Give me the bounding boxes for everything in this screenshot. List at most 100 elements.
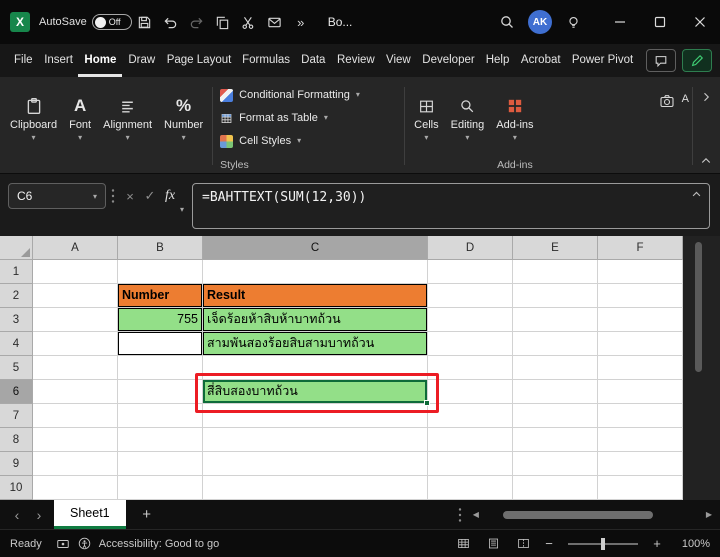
row-header-1[interactable]: 1 [0, 260, 33, 284]
ribbon-group-addins[interactable]: Add-ins ▾ Add-ins [490, 79, 539, 173]
menu-tab-formulas[interactable]: Formulas [236, 44, 295, 77]
formula-bar-expand-icon[interactable] [691, 189, 702, 200]
cell-D2[interactable] [428, 284, 513, 308]
ribbon-group-alignment[interactable]: Alignment ▾ [97, 79, 158, 173]
scroll-left-icon[interactable]: ◀ [473, 510, 479, 519]
ribbon-more-icon[interactable] [700, 91, 712, 103]
sheet-nav-right-icon[interactable]: › [28, 507, 50, 523]
menu-tab-help[interactable]: Help [480, 44, 515, 77]
cell-C7[interactable] [203, 404, 428, 428]
cell-B4[interactable] [118, 332, 203, 356]
cell-D3[interactable] [428, 308, 513, 332]
row-header-9[interactable]: 9 [0, 452, 33, 476]
scroll-right-icon[interactable]: ▶ [706, 510, 712, 519]
menu-tab-file[interactable]: File [8, 44, 38, 77]
menu-tab-review[interactable]: Review [331, 44, 380, 77]
cell-E7[interactable] [513, 404, 598, 428]
sheet-tab-sheet1[interactable]: Sheet1 [54, 500, 126, 529]
name-box[interactable]: C6 ▾ [8, 183, 106, 209]
zoom-out-button[interactable]: − [542, 536, 556, 551]
horizontal-scrollbar[interactable] [485, 510, 700, 519]
cut-icon[interactable] [236, 8, 262, 36]
lightbulb-icon[interactable] [560, 8, 586, 36]
copy-icon[interactable] [210, 8, 236, 36]
cell-D1[interactable] [428, 260, 513, 284]
cell-C10[interactable] [203, 476, 428, 500]
vertical-scrollbar-thumb[interactable] [695, 242, 702, 372]
insert-function-button[interactable]: fx [160, 183, 180, 209]
column-header-E[interactable]: E [513, 236, 598, 260]
cell-A6[interactable] [33, 380, 118, 404]
cell-F7[interactable] [598, 404, 683, 428]
column-header-B[interactable]: B [118, 236, 203, 260]
toolbar-overflow-icon[interactable]: » [288, 8, 314, 36]
select-all-corner[interactable] [0, 236, 33, 260]
avatar[interactable]: AK [528, 10, 552, 34]
cell-E2[interactable] [513, 284, 598, 308]
cell-B7[interactable] [118, 404, 203, 428]
menu-tab-page-layout[interactable]: Page Layout [161, 44, 236, 77]
camera-icon[interactable] [654, 87, 680, 115]
menu-tab-draw[interactable]: Draw [122, 44, 160, 77]
format-as-table-button[interactable]: Format as Table ▾ [220, 108, 401, 129]
cell-C3[interactable]: เจ็ดร้อยห้าสิบห้าบาทถ้วน [203, 308, 428, 332]
row-header-7[interactable]: 7 [0, 404, 33, 428]
cell-A10[interactable] [33, 476, 118, 500]
ribbon-group-clipboard[interactable]: Clipboard ▾ [4, 79, 63, 173]
cell-C5[interactable] [203, 356, 428, 380]
editing-mode-button[interactable] [682, 49, 712, 72]
cell-F1[interactable] [598, 260, 683, 284]
cell-C2[interactable]: Result [203, 284, 428, 308]
redo-icon[interactable] [184, 8, 210, 36]
status-mode[interactable]: Ready [10, 538, 42, 550]
ribbon-group-font[interactable]: A Font ▾ [63, 79, 97, 173]
cell-A3[interactable] [33, 308, 118, 332]
comments-button[interactable] [646, 49, 676, 72]
minimize-button[interactable] [600, 0, 640, 44]
cell-E9[interactable] [513, 452, 598, 476]
sheet-nav-left-icon[interactable]: ‹ [6, 507, 28, 523]
cell-B1[interactable] [118, 260, 203, 284]
cell-E5[interactable] [513, 356, 598, 380]
save-icon[interactable] [132, 8, 158, 36]
cell-B10[interactable] [118, 476, 203, 500]
cell-E6[interactable] [513, 380, 598, 404]
excel-logo-icon[interactable]: X [10, 12, 30, 32]
cell-F5[interactable] [598, 356, 683, 380]
collapse-ribbon-icon[interactable] [700, 155, 712, 167]
page-layout-view-icon[interactable] [482, 537, 504, 550]
cell-B2[interactable]: Number [118, 284, 203, 308]
cell-F6[interactable] [598, 380, 683, 404]
cell-F3[interactable] [598, 308, 683, 332]
column-header-F[interactable]: F [598, 236, 683, 260]
cell-D4[interactable] [428, 332, 513, 356]
cell-A5[interactable] [33, 356, 118, 380]
row-header-6[interactable]: 6 [0, 380, 33, 404]
cell-D7[interactable] [428, 404, 513, 428]
cell-A2[interactable] [33, 284, 118, 308]
menu-tab-power-pivot[interactable]: Power Pivot [566, 44, 638, 77]
cell-styles-button[interactable]: Cell Styles ▾ [220, 131, 401, 152]
search-icon[interactable] [494, 8, 520, 36]
ribbon-group-number[interactable]: % Number ▾ [158, 79, 209, 173]
cell-F4[interactable] [598, 332, 683, 356]
add-sheet-button[interactable]: + [134, 506, 160, 523]
autosave-control[interactable]: AutoSave Off [39, 14, 132, 30]
row-header-2[interactable]: 2 [0, 284, 33, 308]
row-header-3[interactable]: 3 [0, 308, 33, 332]
cancel-button[interactable]: × [120, 183, 140, 209]
cell-D9[interactable] [428, 452, 513, 476]
fill-handle[interactable] [424, 400, 430, 406]
cell-E10[interactable] [513, 476, 598, 500]
vertical-scrollbar[interactable] [683, 236, 720, 500]
row-header-10[interactable]: 10 [0, 476, 33, 500]
cell-E3[interactable] [513, 308, 598, 332]
cell-F10[interactable] [598, 476, 683, 500]
cell-D5[interactable] [428, 356, 513, 380]
zoom-level[interactable]: 100% [672, 538, 710, 550]
cell-D8[interactable] [428, 428, 513, 452]
cell-C4[interactable]: สามพันสองร้อยสิบสามบาทถ้วน [203, 332, 428, 356]
row-header-4[interactable]: 4 [0, 332, 33, 356]
cell-C8[interactable] [203, 428, 428, 452]
cell-B5[interactable] [118, 356, 203, 380]
